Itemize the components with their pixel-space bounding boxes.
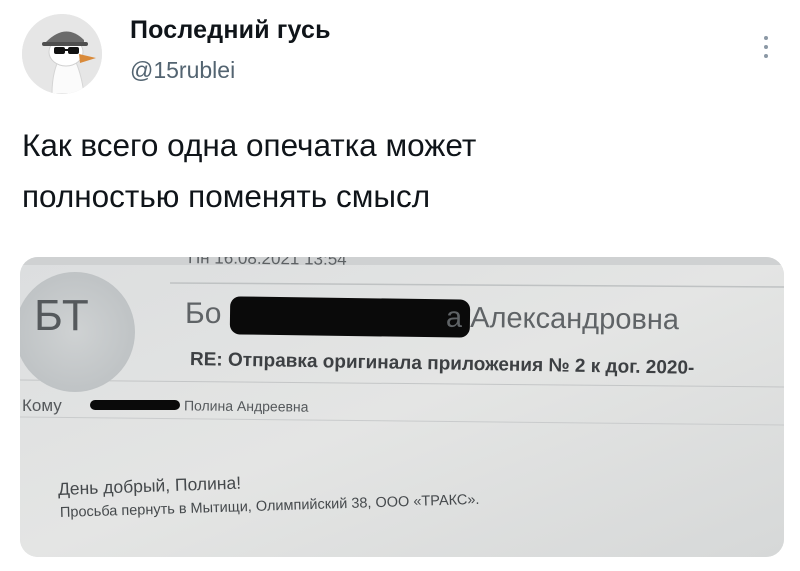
sender-name-start: Бо	[185, 297, 222, 330]
more-vertical-icon[interactable]	[756, 32, 776, 62]
author-name[interactable]: Последний гусь	[130, 16, 331, 45]
sender-avatar-initials: БТ	[34, 291, 90, 340]
recipient-redaction	[90, 400, 180, 410]
tweet-text-line: Как всего одна опечатка может	[22, 127, 477, 163]
email-recipient: Полина Андреевна	[183, 397, 309, 415]
author-handle[interactable]: @15rublei	[130, 57, 235, 84]
to-label: Кому	[22, 396, 62, 415]
sender-name-end: а Александровна	[445, 301, 680, 337]
tweet-photo[interactable]: Пн 16.08.2021 13:54 БТ Бо а Александровн…	[20, 257, 784, 557]
tweet-text: Как всего одна опечатка может полностью …	[22, 120, 782, 222]
sender-name-redaction	[229, 296, 471, 338]
email-date: Пн 16.08.2021 13:54	[187, 257, 347, 269]
author-avatar[interactable]	[22, 14, 102, 94]
goose-with-sunglasses-avatar	[22, 14, 102, 94]
tweet-text-line: полностью поменять смысл	[22, 178, 431, 214]
